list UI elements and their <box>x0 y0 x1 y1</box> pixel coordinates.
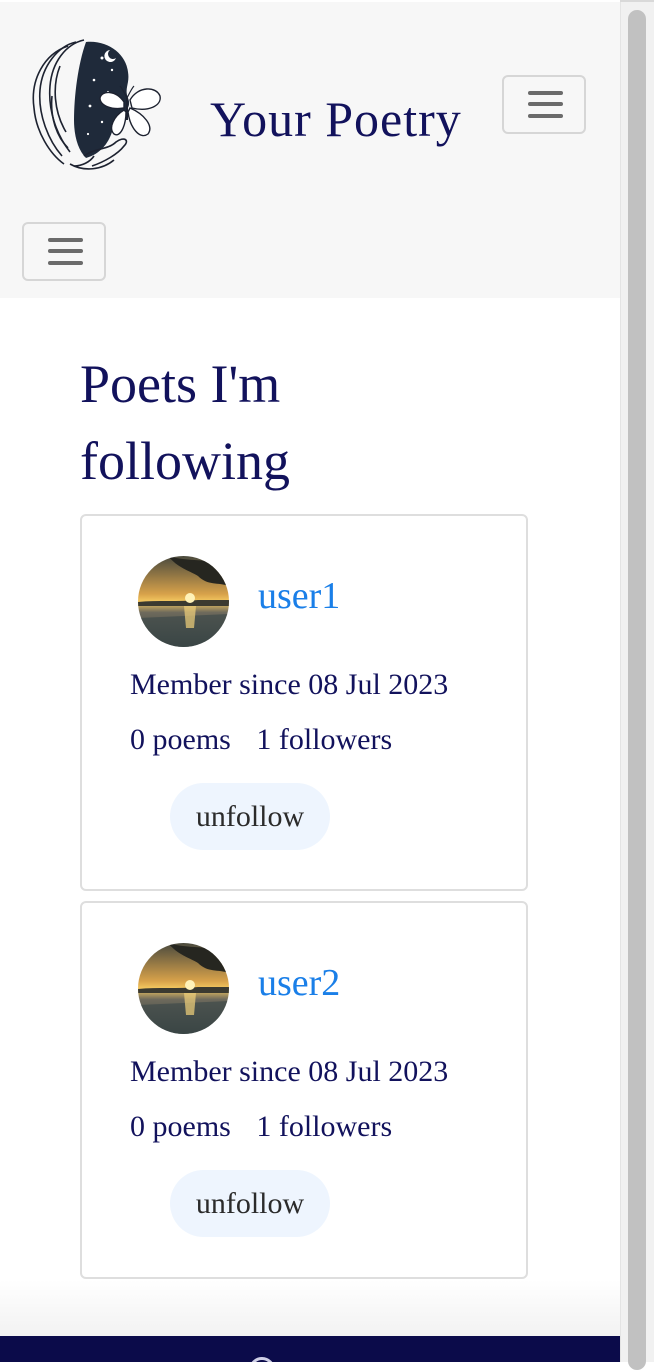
site-logo[interactable] <box>24 36 166 174</box>
sunset-avatar-image <box>138 943 229 1034</box>
secondary-menu-toggler-button[interactable] <box>22 222 106 281</box>
main-content: Poets I'm following user1 Member since 0… <box>0 298 620 1338</box>
poet-stats: 0 poems 1 followers <box>130 1110 392 1144</box>
poet-stats: 0 poems 1 followers <box>130 723 392 757</box>
scrollbar-thumb[interactable] <box>628 10 646 1370</box>
follower-count: 1 followers <box>256 723 393 756</box>
sunset-avatar-image <box>138 556 229 647</box>
page-viewport: Your Poetry Poets I'm following user1 Me… <box>0 0 620 1362</box>
vertical-scrollbar[interactable] <box>620 2 654 1370</box>
poem-count: 0 poems <box>130 723 231 756</box>
poem-count: 0 poems <box>130 1110 231 1143</box>
member-since: Member since 08 Jul 2023 <box>130 668 449 701</box>
unfollow-button[interactable]: unfollow <box>170 1170 330 1237</box>
poet-card: user1 Member since 08 Jul 2023 0 poems 1… <box>80 514 528 891</box>
navbar: Your Poetry <box>0 2 620 298</box>
member-since: Member since 08 Jul 2023 <box>130 1055 449 1088</box>
site-footer <box>0 1336 620 1362</box>
avatar[interactable] <box>138 943 229 1034</box>
woman-butterfly-logo-icon <box>32 39 161 170</box>
unfollow-button[interactable]: unfollow <box>170 783 330 850</box>
footer-social-icon[interactable] <box>249 1357 275 1362</box>
footer-shadow <box>0 1280 620 1336</box>
poet-username-link[interactable]: user2 <box>258 961 340 1005</box>
navbar-toggler-button[interactable] <box>502 75 586 134</box>
follower-count: 1 followers <box>256 1110 393 1143</box>
site-brand-title[interactable]: Your Poetry <box>210 90 462 148</box>
avatar[interactable] <box>138 556 229 647</box>
poet-card: user2 Member since 08 Jul 2023 0 poems 1… <box>80 901 528 1279</box>
page-title: Poets I'm following <box>80 354 290 491</box>
poet-username-link[interactable]: user1 <box>258 574 340 618</box>
